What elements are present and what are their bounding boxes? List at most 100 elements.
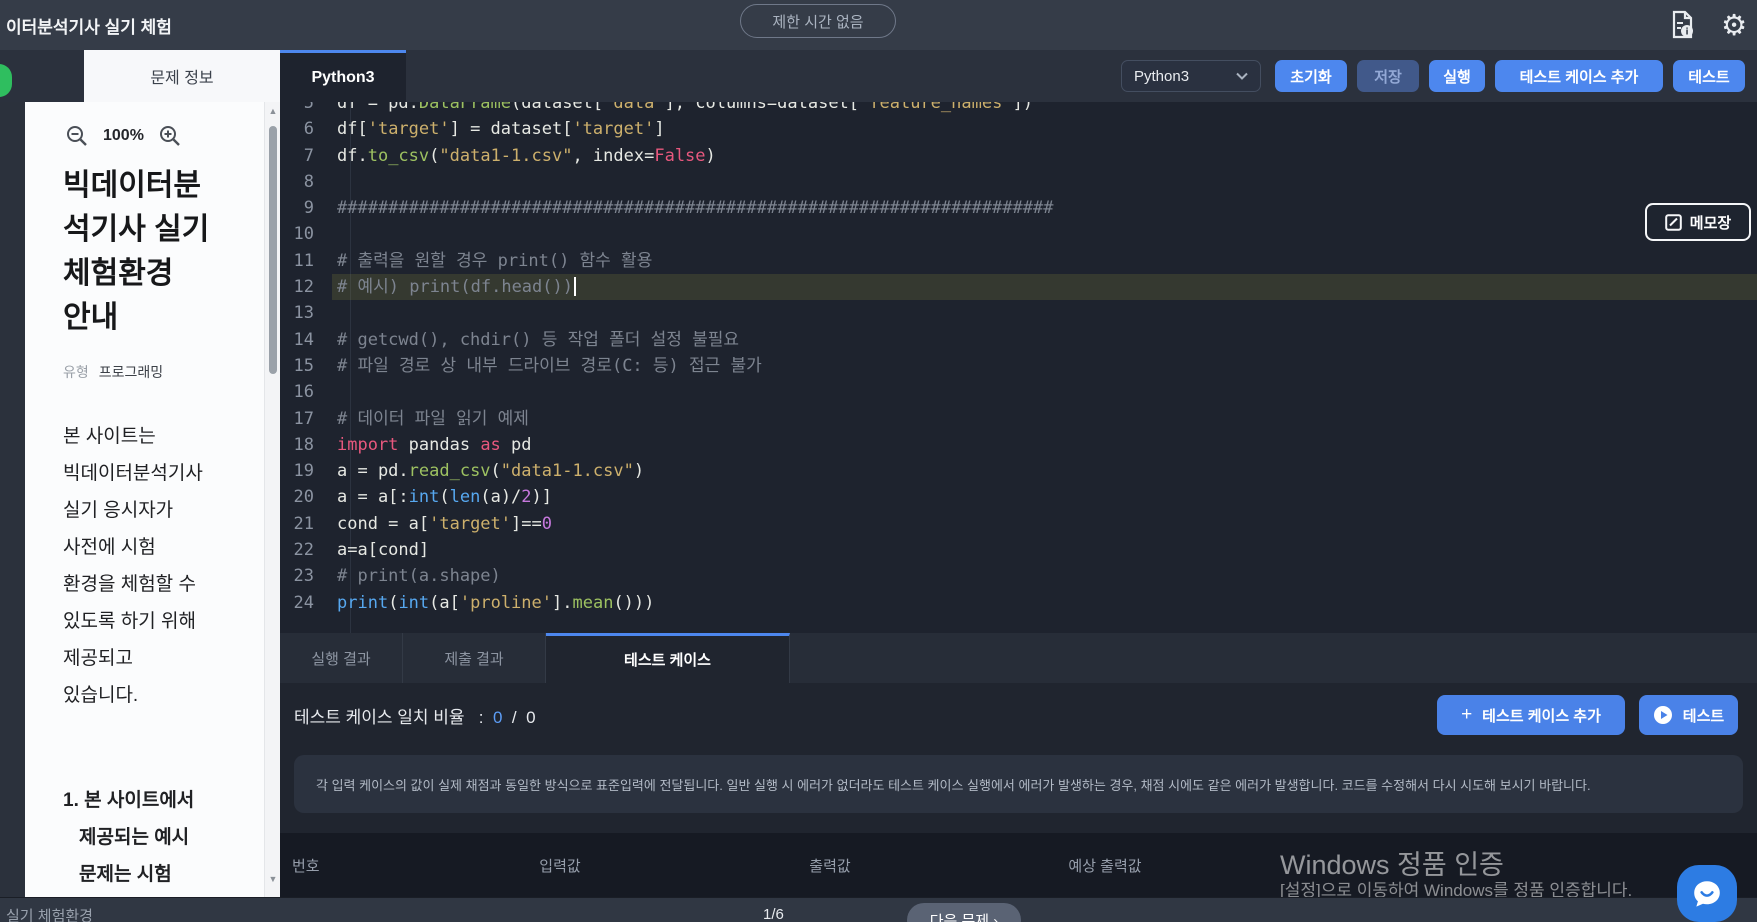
code-text: print(int(a['proline'].mean())) <box>332 590 1757 616</box>
code-line[interactable]: 19 a = pd.read_csv("data1-1.csv") <box>280 458 1757 484</box>
sidebar-scrollbar-thumb[interactable] <box>269 126 277 374</box>
code-token: (a[ <box>429 592 460 613</box>
code-text: # print(a.shape) <box>332 563 1757 589</box>
top-app-bar: 이터분석기사 실기 체험 제한 시간 없음 i ⚙ <box>0 0 1757 50</box>
code-line[interactable]: 12 # 예시) print(df.head()) <box>280 274 1757 301</box>
code-token: # 파일 경로 상 내부 드라이브 경로(C: 등) 접근 불가 <box>337 355 762 376</box>
code-line[interactable]: 6 df['target'] = dataset['target'] <box>280 116 1757 142</box>
result-tab-1[interactable]: 실행 결과 <box>280 633 403 683</box>
scroll-up-arrow-icon[interactable]: ▲ <box>265 106 280 116</box>
code-line[interactable]: 15 # 파일 경로 상 내부 드라이브 경로(C: 등) 접근 불가 <box>280 353 1757 379</box>
line-number: 11 <box>293 250 314 271</box>
note-line: 제공되는 예시 <box>79 827 190 848</box>
zoom-in-button[interactable] <box>158 124 182 148</box>
code-line[interactable]: 17 # 데이터 파일 읽기 예제 <box>280 406 1757 432</box>
footer-env-label: 실기 체험환경 <box>6 908 93 922</box>
ratio-total: 0 <box>526 708 536 727</box>
code-token: len <box>449 487 481 508</box>
code-line[interactable]: 23 # print(a.shape) <box>280 563 1757 589</box>
description-line: 본 사이트는 <box>63 426 156 447</box>
code-text: df['target'] = dataset['target'] <box>332 116 1757 142</box>
code-line[interactable]: 16 <box>280 379 1757 405</box>
result-tab-3[interactable]: 테스트 케이스 <box>546 633 790 683</box>
tab-python3[interactable]: Python3 <box>280 50 406 102</box>
code-text: # 데이터 파일 읽기 예제 <box>332 406 1757 432</box>
code-area[interactable]: 5 df = pd.DataFrame(dataset['data'], colu… <box>280 102 1757 616</box>
code-token: pandas <box>398 434 481 455</box>
code-line[interactable]: 24 print(int(a['proline'].mean())) <box>280 590 1757 616</box>
code-token: # 데이터 파일 읽기 예제 <box>337 408 529 429</box>
code-token: (a)/ <box>480 487 522 508</box>
result-tab-2[interactable]: 제출 결과 <box>403 633 546 683</box>
code-token: ########################################… <box>337 198 1054 219</box>
code-line[interactable]: 14 # getcwd(), chdir() 등 작업 폴더 설정 불필요 <box>280 327 1757 353</box>
code-token: cond = a[ <box>337 513 430 534</box>
code-token: pd <box>500 434 532 455</box>
code-token: ] <box>654 119 665 140</box>
scroll-down-arrow-icon[interactable]: ▼ <box>265 874 280 884</box>
code-token: int <box>408 487 440 508</box>
code-token: df[ <box>337 119 368 140</box>
notice-text: 각 입력 케이스의 값이 실제 채점과 동일한 방식으로 표준입력에 전달됩니다… <box>316 777 1591 793</box>
code-line[interactable]: 21 cond = a['target']==0 <box>280 511 1757 537</box>
code-line[interactable]: 13 <box>280 300 1757 326</box>
code-token: DataFrame <box>418 102 512 113</box>
test-button-top[interactable]: 테스트 <box>1673 60 1745 92</box>
code-line[interactable]: 10 <box>280 221 1757 247</box>
code-line[interactable]: 7 df.to_csv("data1-1.csv", index=False) <box>280 143 1757 169</box>
problem-type-value: 프로그래밍 <box>98 364 164 380</box>
memo-button[interactable]: 메모장 <box>1645 203 1751 241</box>
tab-problem-info[interactable]: 문제 정보 <box>84 50 280 102</box>
problem-type-row: 유형 프로그래밍 <box>63 362 163 382</box>
plus-icon: + <box>1461 704 1473 725</box>
code-line[interactable]: 18 import pandas as pd <box>280 432 1757 458</box>
language-select[interactable]: Python3 <box>1121 60 1261 92</box>
line-number: 13 <box>293 303 314 324</box>
problem-sheet-info-icon[interactable]: i <box>1671 10 1695 40</box>
code-token: "data1-1.csv" <box>439 145 573 166</box>
code-line[interactable]: 20 a = a[:int(len(a)/2)] <box>280 484 1757 510</box>
language-select-value: Python3 <box>1134 67 1190 85</box>
code-text: # 예시) print(df.head()) <box>332 274 1757 301</box>
zoom-out-button[interactable] <box>65 124 89 148</box>
footer-bar: 실기 체험환경 1/6 다음 문제 › <box>0 897 1757 922</box>
settings-gear-icon[interactable]: ⚙ <box>1721 7 1747 43</box>
code-line[interactable]: 9 #######################################… <box>280 195 1757 221</box>
test-case-panel: 테스트 케이스 일치 비율 : 0 / 0 + 테스트 케이스 추가 테스트 각… <box>280 683 1757 897</box>
code-token: ) <box>633 461 645 482</box>
line-number: 12 <box>293 277 314 298</box>
app-title: 이터분석기사 실기 체험 <box>6 18 172 37</box>
code-token: ]) <box>1012 102 1034 113</box>
save-button[interactable]: 저장 <box>1357 60 1419 92</box>
code-text: a = pd.read_csv("data1-1.csv") <box>332 458 1757 484</box>
code-line[interactable]: 5 df = pd.DataFrame(dataset['data'], colu… <box>280 102 1757 116</box>
code-text: df = pd.DataFrame(dataset['data'], colum… <box>332 102 1757 116</box>
code-line[interactable]: 22 a=a[cond] <box>280 537 1757 563</box>
line-number: 7 <box>303 145 314 166</box>
tab-python3-label: Python3 <box>311 68 375 86</box>
code-token: print <box>337 592 389 613</box>
code-line[interactable]: 11 # 출력을 원할 경우 print() 함수 활용 <box>280 248 1757 274</box>
add-test-case-button-top[interactable]: 테스트 케이스 추가 <box>1495 60 1663 92</box>
code-token: 0 <box>541 513 552 534</box>
next-problem-button[interactable]: 다음 문제 › <box>907 903 1021 922</box>
test-run-button[interactable]: 테스트 <box>1639 695 1738 735</box>
code-text: ########################################… <box>332 195 1757 221</box>
app-window: 이터분석기사 실기 체험 제한 시간 없음 i ⚙ 문제 정보 Python3 <box>0 0 1757 922</box>
add-test-case-button[interactable]: + 테스트 케이스 추가 <box>1437 695 1625 735</box>
code-editor[interactable]: 5 df = pd.DataFrame(dataset['data'], colu… <box>280 102 1757 633</box>
line-number: 6 <box>303 119 314 140</box>
code-token: 2 <box>521 487 532 508</box>
sidebar-scrollbar[interactable]: ▲ ▼ <box>264 102 280 897</box>
code-token: ( <box>439 487 450 508</box>
chat-support-button[interactable] <box>1677 865 1737 922</box>
reset-button[interactable]: 초기화 <box>1275 60 1347 92</box>
line-number: 15 <box>293 355 314 376</box>
notepad-icon <box>1664 213 1682 231</box>
left-edge-strip <box>0 102 25 897</box>
code-line[interactable]: 8 <box>280 169 1757 195</box>
chat-smile-icon <box>1694 880 1720 907</box>
run-button[interactable]: 실행 <box>1429 60 1485 92</box>
